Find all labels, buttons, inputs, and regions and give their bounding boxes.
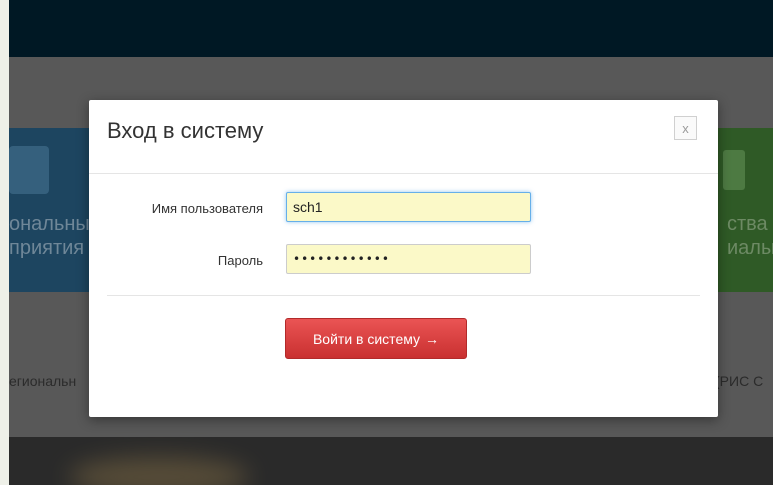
password-input[interactable]	[286, 244, 531, 274]
background-tile-left-icon	[9, 146, 49, 194]
modal-divider	[107, 295, 700, 296]
modal-title: Вход в систему	[107, 118, 264, 143]
modal-header: Вход в систему x	[89, 100, 718, 174]
background-topbar	[9, 0, 773, 57]
login-submit-button[interactable]: Войти в систему →	[285, 318, 467, 359]
password-label: Пароль	[217, 253, 263, 268]
login-submit-label: Войти в систему	[312, 330, 421, 347]
background-line-left: егиональн	[9, 373, 77, 389]
left-edge-strip	[0, 0, 9, 485]
background-bottom	[9, 437, 773, 485]
background-tile-right-text: ства иалы	[727, 213, 773, 259]
background-line-right: (РИС С	[715, 373, 764, 389]
background-tile-right-icon	[723, 150, 745, 190]
background-tile-left-text: ональны приятия	[9, 213, 90, 259]
close-button[interactable]: x	[674, 116, 697, 140]
username-label: Имя пользователя	[151, 201, 263, 216]
username-input[interactable]	[286, 192, 531, 222]
login-modal: Вход в систему x Имя пользователя Пароль…	[89, 100, 718, 417]
background-bottom-glow	[69, 457, 249, 485]
arrow-right-icon: →	[425, 330, 440, 347]
